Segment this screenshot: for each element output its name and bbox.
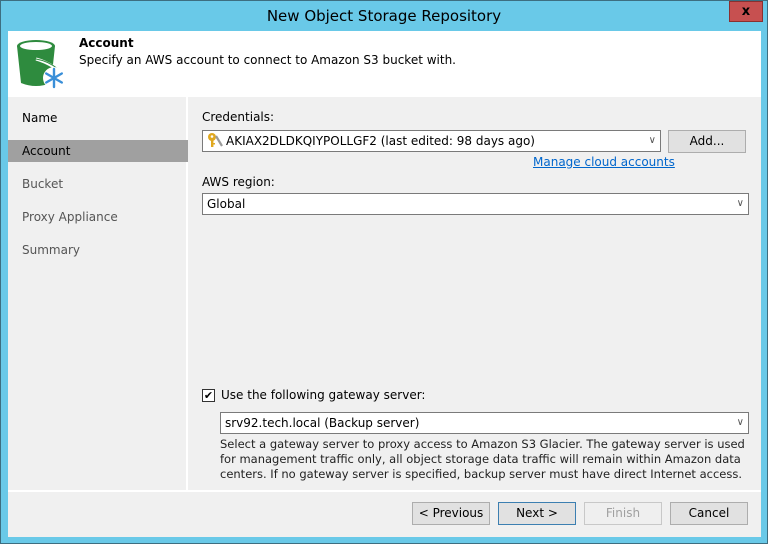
region-value: Global [207, 197, 246, 211]
next-button[interactable]: Next > [498, 502, 576, 525]
credentials-dropdown[interactable]: AKIAX2DLDKQIYPOLLGF2 (last edited: 98 da… [202, 130, 661, 152]
manage-cloud-accounts-link[interactable]: Manage cloud accounts [533, 155, 675, 169]
page-title: Account [79, 36, 134, 50]
chevron-down-icon: ∨ [736, 417, 744, 428]
bucket-snowflake-icon [17, 40, 65, 89]
step-bucket: Bucket [22, 177, 64, 191]
close-button[interactable]: x [729, 1, 763, 22]
finish-button: Finish [584, 502, 662, 525]
gateway-server-value: srv92.tech.local (Backup server) [225, 416, 420, 430]
wizard-content: Credentials: AKIAX2DLDKQIYPOLLGF2 (last … [190, 97, 761, 490]
window-title: New Object Storage Repository [266, 7, 502, 25]
wizard-footer: < Previous Next > Finish Cancel [8, 490, 761, 537]
credentials-label: Credentials: [202, 110, 275, 124]
chevron-down-icon: ∨ [736, 198, 744, 209]
previous-button[interactable]: < Previous [412, 502, 490, 525]
step-proxy-appliance: Proxy Appliance [22, 210, 118, 224]
wizard-header: Account Specify an AWS account to connec… [8, 31, 761, 97]
step-account[interactable]: Account [8, 140, 188, 162]
close-icon: x [741, 4, 751, 19]
dialog-window: New Object Storage Repository x Account … [0, 0, 768, 544]
key-icon [208, 133, 223, 147]
title-bar[interactable]: New Object Storage Repository x [1, 1, 767, 31]
add-credentials-button[interactable]: Add... [668, 130, 746, 153]
chevron-down-icon: ∨ [648, 135, 656, 146]
gateway-checkbox-label[interactable]: Use the following gateway server: [221, 388, 425, 402]
cancel-button[interactable]: Cancel [670, 502, 748, 525]
page-description: Specify an AWS account to connect to Ama… [79, 53, 456, 67]
gateway-checkbox[interactable]: ✔ [202, 389, 215, 402]
step-summary: Summary [22, 243, 80, 257]
gateway-server-dropdown[interactable]: srv92.tech.local (Backup server) ∨ [220, 412, 749, 434]
region-dropdown[interactable]: Global ∨ [202, 193, 749, 215]
credentials-value: AKIAX2DLDKQIYPOLLGF2 (last edited: 98 da… [226, 134, 535, 148]
gateway-help-text: Select a gateway server to proxy access … [220, 437, 745, 481]
region-label: AWS region: [202, 175, 275, 189]
wizard-steps: Name Account Bucket Proxy Appliance Summ… [8, 97, 188, 490]
step-name[interactable]: Name [8, 107, 188, 129]
client-area: Account Specify an AWS account to connec… [8, 31, 761, 537]
checkmark-icon: ✔ [203, 389, 214, 402]
